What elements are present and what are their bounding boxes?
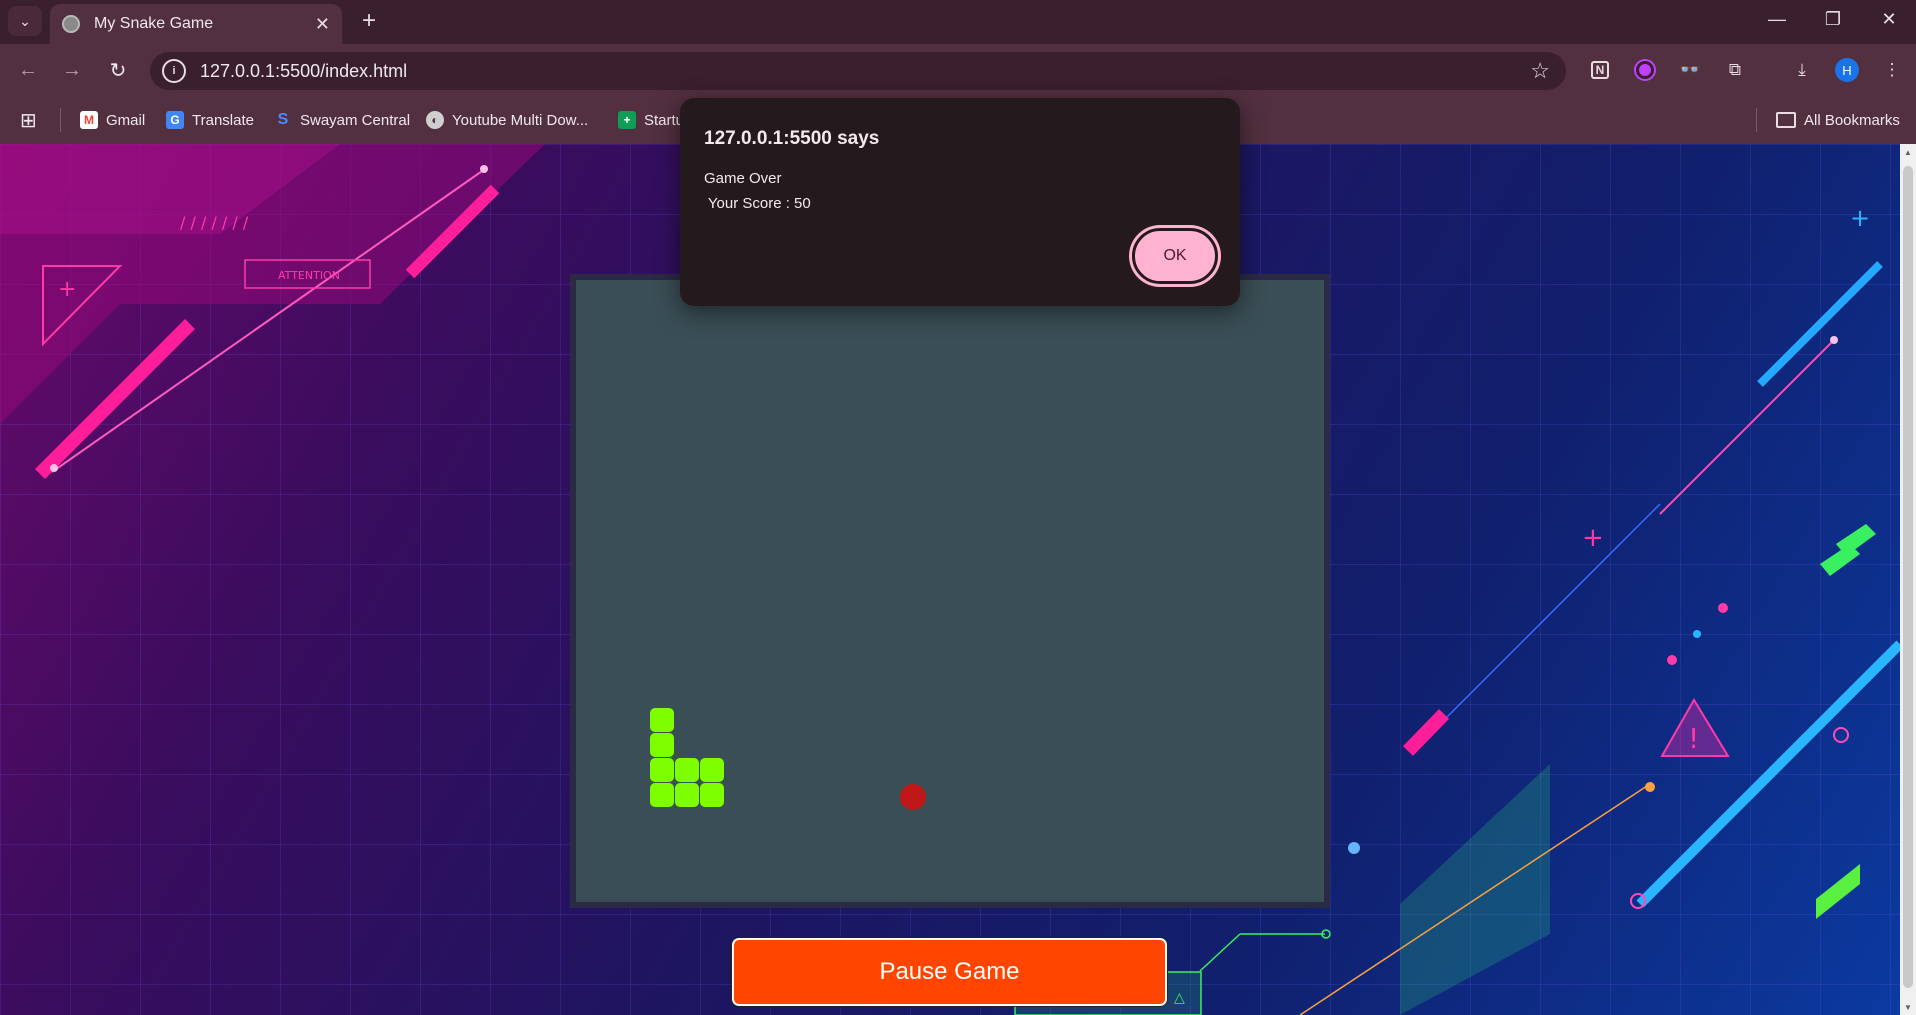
- bookmark-label: Swayam Central: [300, 111, 411, 129]
- apps-grid-icon[interactable]: ⊞: [20, 108, 37, 132]
- pause-game-button[interactable]: Pause Game: [732, 938, 1167, 1006]
- browser-menu-icon[interactable]: ⋮: [1878, 56, 1906, 84]
- extensions-puzzle-icon[interactable]: ⧉: [1721, 56, 1749, 84]
- svg-text:+: +: [1582, 523, 1604, 553]
- bookmark-youtube-multi[interactable]: ◐ Youtube Multi Dow...: [426, 108, 588, 132]
- attention-label: ATTENTION: [278, 269, 340, 282]
- svg-text:!: !: [1688, 722, 1699, 755]
- folder-icon: [1776, 112, 1796, 128]
- new-tab-button[interactable]: +: [352, 4, 386, 38]
- globe-favicon-icon: [62, 15, 80, 33]
- bookmark-label: Startu: [644, 111, 685, 129]
- svg-text:+: +: [58, 277, 76, 302]
- food-apple: [900, 784, 926, 810]
- snake-segment: [650, 758, 674, 782]
- game-board[interactable]: [570, 274, 1330, 908]
- minimize-button[interactable]: —: [1752, 0, 1802, 38]
- url-text[interactable]: 127.0.0.1:5500/index.html: [200, 61, 1530, 82]
- bookmarks-divider: [1756, 108, 1757, 132]
- scrollbar-thumb[interactable]: [1903, 166, 1913, 988]
- back-button[interactable]: ←: [12, 54, 44, 86]
- restore-button[interactable]: ❐: [1808, 0, 1858, 38]
- profile-initial: H: [1835, 58, 1859, 82]
- scroll-down-icon[interactable]: ▼: [1900, 999, 1916, 1015]
- bookmark-label: Youtube Multi Dow...: [452, 111, 589, 129]
- browser-titlebar: ⌄ My Snake Game ✕ + — ❐ ✕: [0, 0, 1916, 44]
- record-extension-icon[interactable]: [1631, 56, 1659, 84]
- dialog-title: 127.0.0.1:5500 says: [704, 128, 880, 149]
- reload-button[interactable]: ↻: [102, 54, 134, 86]
- tab-title: My Snake Game: [94, 15, 214, 32]
- profile-avatar[interactable]: H: [1833, 56, 1861, 84]
- svg-text:/ / / / / / /: / / / / / / /: [180, 213, 249, 232]
- alert-dialog: 127.0.0.1:5500 says Game Over Your Score…: [680, 98, 1240, 306]
- sheets-icon: +: [618, 111, 636, 129]
- dialog-ok-button[interactable]: OK: [1132, 228, 1218, 284]
- translate-icon: G: [166, 111, 184, 129]
- page-scrollbar[interactable]: ▲ ▼: [1900, 144, 1916, 1015]
- snake-segment: [700, 758, 724, 782]
- close-window-button[interactable]: ✕: [1864, 0, 1914, 38]
- browser-toolbar: ← → ↻ i 127.0.0.1:5500/index.html ☆ N 👓 …: [0, 44, 1916, 96]
- all-bookmarks-label: All Bookmarks: [1804, 111, 1900, 129]
- snake-segment: [650, 733, 674, 757]
- snake-segment: [700, 783, 724, 807]
- forward-button[interactable]: →: [56, 54, 88, 86]
- swayam-icon: S: [277, 111, 289, 128]
- all-bookmarks-button[interactable]: All Bookmarks: [1776, 108, 1900, 132]
- snake-segment: [675, 783, 699, 807]
- gmail-icon: M: [80, 111, 98, 129]
- bookmark-gmail[interactable]: M Gmail: [80, 108, 145, 132]
- bookmark-translate[interactable]: G Translate: [166, 108, 254, 132]
- browser-tab[interactable]: My Snake Game ✕: [50, 4, 342, 44]
- bookmark-label: Translate: [192, 111, 254, 129]
- tab-close-icon[interactable]: ✕: [315, 14, 330, 35]
- snake-segment: [675, 758, 699, 782]
- svg-text:+: +: [1850, 204, 1870, 232]
- bookmark-star-icon[interactable]: ☆: [1530, 58, 1550, 84]
- site-info-icon[interactable]: i: [162, 59, 186, 83]
- bookmark-swayam[interactable]: S Swayam Central: [274, 108, 410, 132]
- notion-extension-icon[interactable]: N: [1586, 56, 1614, 84]
- snake-segment: [650, 708, 674, 732]
- bookmark-startup[interactable]: + Startu: [618, 108, 684, 132]
- download-icon[interactable]: ⤓: [1788, 56, 1816, 84]
- bookmarks-divider: [60, 108, 61, 132]
- snake-segment: [650, 783, 674, 807]
- globe-icon: ◐: [426, 111, 444, 129]
- scroll-up-icon[interactable]: ▲: [1900, 144, 1916, 160]
- glasses-extension-icon[interactable]: 👓: [1676, 56, 1704, 84]
- svg-text:△: △: [1174, 990, 1185, 1006]
- address-bar[interactable]: i 127.0.0.1:5500/index.html ☆: [150, 52, 1566, 90]
- bookmark-label: Gmail: [106, 111, 146, 129]
- dialog-message: Game Over Your Score : 50: [704, 170, 811, 212]
- chevron-down-icon: ⌄: [19, 12, 31, 29]
- tab-search-dropdown[interactable]: ⌄: [8, 6, 42, 36]
